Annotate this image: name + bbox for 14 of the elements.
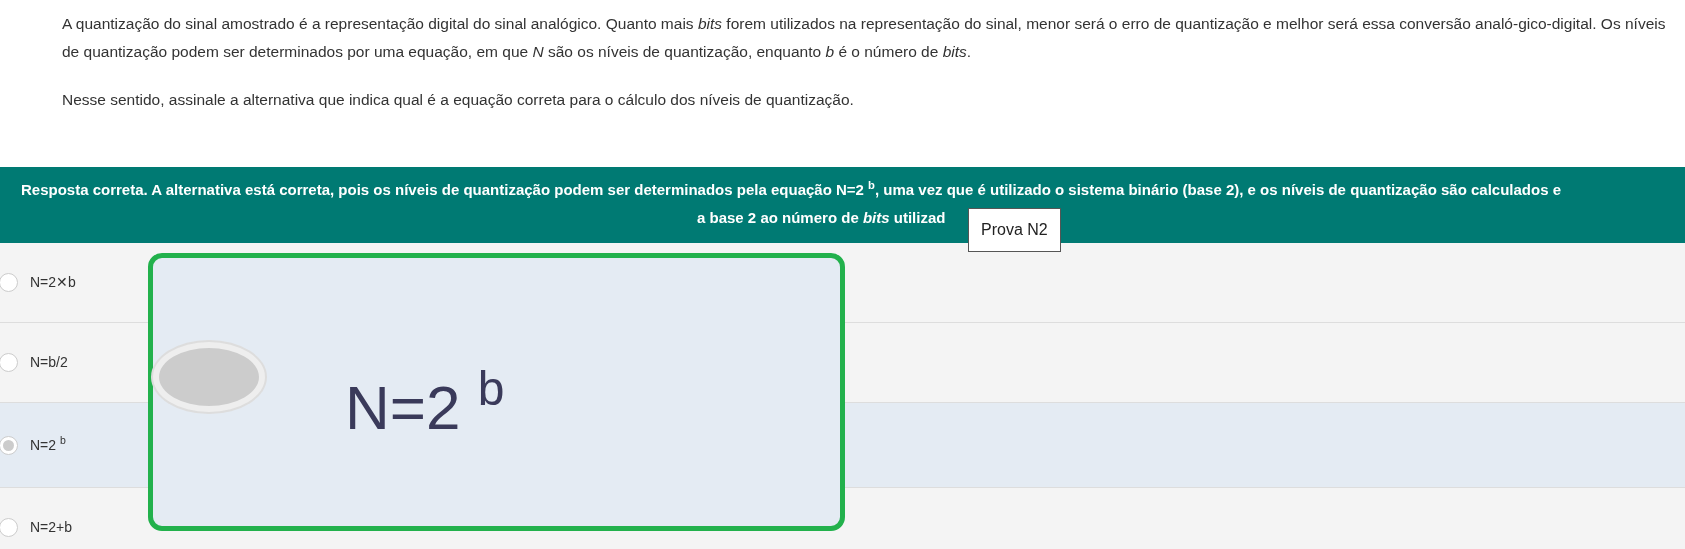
option-label[interactable]: N=2+b (30, 517, 73, 538)
magnified-formula: N=2 $^{b}$ (345, 360, 505, 444)
option-label[interactable]: N=2✕b (30, 272, 76, 293)
radio-button[interactable] (0, 273, 18, 292)
radio-button[interactable] (0, 435, 18, 455)
option-label[interactable]: N=2 $^{b}$ (30, 434, 66, 456)
radio-button[interactable] (0, 353, 18, 372)
radio-button[interactable] (0, 518, 18, 537)
feedback-text: Resposta correta. A alternativa está correta, pois os níveis de quantização podem ser determinados pela equação N=2 $^{b}$, uma vez que é utilizado o sistema binário (base 2), e os níveis de quantização são calculados e (21, 181, 1562, 198)
question-text: Nesse sentido, assinale a alternativa que indica qual é a equação correta para o cálculo dos níveis de quantização. (62, 90, 855, 110)
feedback-text: a base 2 ao número de bits utilizad (697, 209, 946, 226)
option-label[interactable]: N=b/2 (30, 352, 68, 373)
tooltip: Prova N2 (968, 208, 1061, 252)
question-text: A quantização do sinal amostrado é a representação digital do sinal analógico. Quanto mais bits forem utilizados na representação do sinal, menor será o erro de quantização e melhor será essa conversão analó-gico-digital. Os níveis de quantização podem ser determinados por uma equação, em que N são os níveis de quantização, enquanto b é o número de bits. (62, 14, 1667, 62)
